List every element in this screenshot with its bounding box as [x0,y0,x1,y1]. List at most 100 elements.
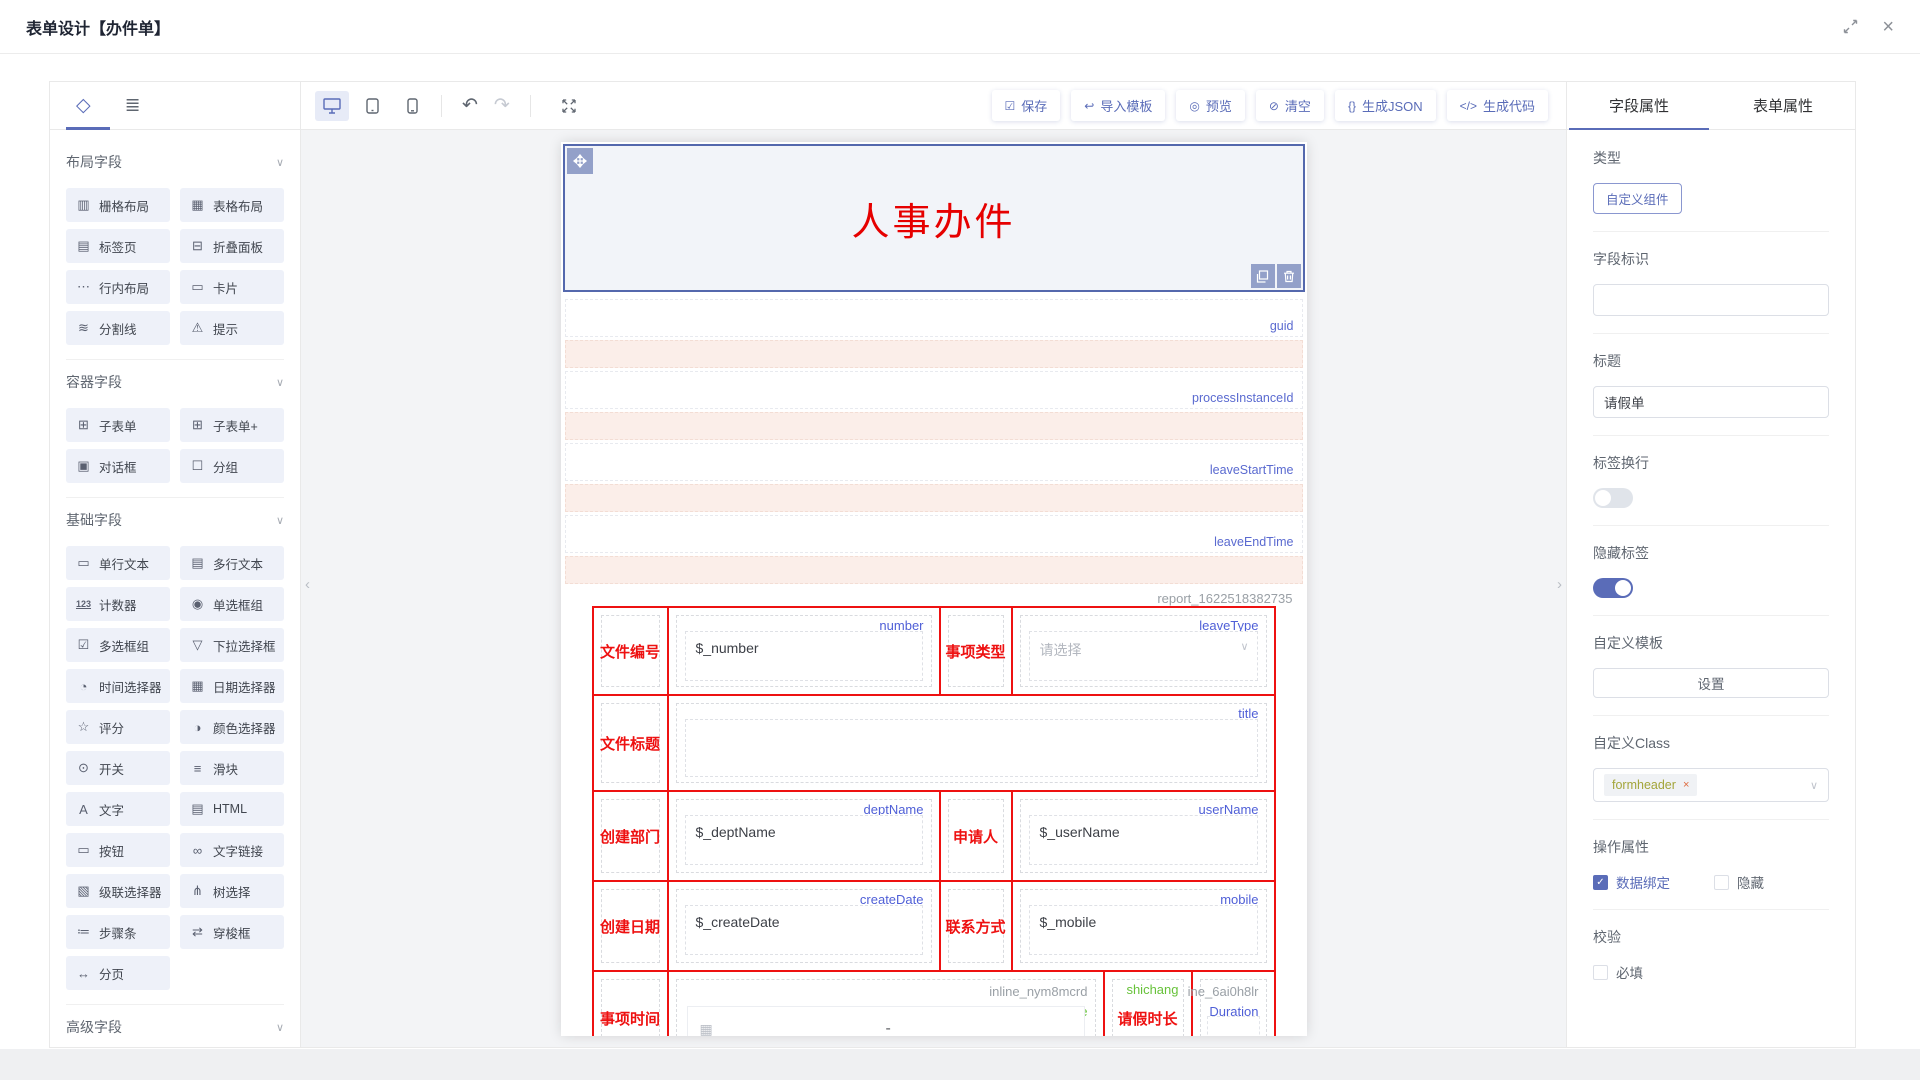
save-button[interactable]: ☑ 保存 [992,90,1061,121]
palette-item-divider[interactable]: ≋分割线 [66,311,170,345]
label-cell-matter-type[interactable]: 事项类型 [941,608,1013,694]
hidden-field-processInstanceId[interactable]: processInstanceId [565,371,1303,409]
delete-component-icon[interactable] [1277,264,1301,288]
palette-item-html[interactable]: ▤HTML [180,792,284,826]
hidden-checkbox[interactable]: 隐藏 [1714,872,1764,892]
label-cell-applicant[interactable]: 申请人 [941,792,1013,880]
outline-tab-icon[interactable]: ≣ [125,94,141,117]
palette-item-text[interactable]: A文字 [66,792,170,826]
palette-item-grid-layout[interactable]: ▥栅格布局 [66,188,170,222]
template-settings-button[interactable]: 设置 [1593,668,1829,698]
hidden-field-leaveStartTime[interactable]: leaveStartTime [565,443,1303,481]
palette-item-transfer[interactable]: ⇄穿梭框 [180,915,284,949]
remove-class-icon[interactable]: × [1683,779,1689,791]
label-cell-create-dept[interactable]: 创建部门 [594,792,669,880]
palette-item-tab-page[interactable]: ▤标签页 [66,229,170,263]
required-checkbox[interactable]: 必填 [1593,962,1829,982]
user-name-input[interactable]: $_userName [1029,815,1258,865]
form-header-component[interactable]: 人事办件 [563,144,1305,292]
select-cell-leaveType[interactable]: leaveType 请选择 ∨ [1013,608,1274,694]
generate-code-button[interactable]: </> 生成代码 [1447,90,1548,121]
input-cell-deptName[interactable]: deptName $_deptName [669,792,941,880]
leave-date-range-picker[interactable]: ▦ - [687,1006,1085,1036]
palette-item-alert[interactable]: ⚠提示 [180,311,284,345]
label-cell-leave-duration[interactable]: shichang 请假时长 [1105,972,1193,1036]
section-header-container[interactable]: 容器字段 ∨ [66,372,284,392]
undo-icon[interactable]: ↶ [454,94,486,117]
input-cell-number[interactable]: number $_number [669,608,941,694]
input-cell-title[interactable]: title [669,696,1274,790]
palette-item-switch[interactable]: ⊙开关 [66,751,170,785]
mobile-input[interactable]: $_mobile [1029,905,1258,955]
table-layout-component[interactable]: report_1622518382735 文件编号 number $_numbe… [565,586,1303,1036]
dept-name-input[interactable]: $_deptName [685,815,923,865]
preview-button[interactable]: ◎ 预览 [1176,90,1245,121]
collapse-left-panel-icon[interactable]: ‹ [301,566,314,602]
palette-item-card[interactable]: ▭卡片 [180,270,284,304]
redo-icon[interactable]: ↷ [486,94,518,117]
label-cell-file-title[interactable]: 文件标题 [594,696,669,790]
palette-item-time-picker[interactable]: ◔时间选择器 [66,669,170,703]
palette-item-subform-plus[interactable]: ⊞子表单+ [180,408,284,442]
palette-item-date-picker[interactable]: ▦日期选择器 [180,669,284,703]
collapse-right-panel-icon[interactable]: › [1553,566,1566,602]
palette-item-dialog[interactable]: ▣对话框 [66,449,170,483]
import-template-button[interactable]: ↩ 导入模板 [1071,90,1165,121]
generate-json-button[interactable]: {} 生成JSON [1335,90,1436,121]
label-cell-contact[interactable]: 联系方式 [941,882,1013,970]
tab-field-props[interactable]: 字段属性 [1567,82,1711,129]
section-header-basic[interactable]: 基础字段 ∨ [66,510,284,530]
window-expand-icon[interactable] [1843,19,1858,34]
fullscreen-icon[interactable] [561,98,577,114]
hide-label-toggle[interactable] [1593,578,1633,598]
palette-item-radio-group[interactable]: ◉单选框组 [180,587,284,621]
clear-button[interactable]: ⊘ 清空 [1256,90,1324,121]
label-cell-file-number[interactable]: 文件编号 [594,608,669,694]
palette-item-checkbox-group[interactable]: ☑多选框组 [66,628,170,662]
input-cell-mobile[interactable]: mobile $_mobile [1013,882,1274,970]
palette-item-inline-layout[interactable]: ⋯行内布局 [66,270,170,304]
label-wrap-toggle[interactable] [1593,488,1633,508]
palette-item-color-picker[interactable]: ◑颜色选择器 [180,710,284,744]
create-date-input[interactable]: $_createDate [685,905,923,955]
palette-item-button[interactable]: ▭按钮 [66,833,170,867]
close-icon[interactable]: × [1882,17,1894,37]
palette-item-steps[interactable]: ≔步骤条 [66,915,170,949]
type-tag[interactable]: 自定义组件 [1593,183,1682,214]
label-cell-create-date[interactable]: 创建日期 [594,882,669,970]
components-tab-icon[interactable]: ◇ [76,94,91,117]
palette-item-multi-line-text[interactable]: ▤多行文本 [180,546,284,580]
drop-placeholder-row[interactable] [565,412,1303,440]
number-input[interactable]: $_number [685,631,923,681]
mobile-view-icon[interactable] [395,91,429,121]
drop-placeholder-row[interactable] [565,484,1303,512]
palette-item-counter[interactable]: 123计数器 [66,587,170,621]
drop-placeholder-row[interactable] [565,340,1303,368]
palette-item-text-link[interactable]: ∞文字链接 [180,833,284,867]
palette-item-cascader[interactable]: ▧级联选择器 [66,874,170,908]
copy-component-icon[interactable] [1251,264,1275,288]
hidden-field-leaveEndTime[interactable]: leaveEndTime [565,515,1303,553]
daterange-cell-leavedate[interactable]: inline_nym8mcrd leavedate ▦ - [669,972,1105,1036]
palette-item-pagination[interactable]: ↔分页 [66,956,170,990]
palette-item-subform[interactable]: ⊞子表单 [66,408,170,442]
desktop-view-icon[interactable] [315,91,349,121]
input-cell-userName[interactable]: userName $_userName [1013,792,1274,880]
palette-item-single-line-text[interactable]: ▭单行文本 [66,546,170,580]
palette-item-rating[interactable]: ☆评分 [66,710,170,744]
palette-item-collapse-panel[interactable]: ⊟折叠面板 [180,229,284,263]
custom-class-select[interactable]: formheader × ∨ [1593,768,1829,802]
leave-type-select[interactable]: 请选择 ∨ [1029,631,1258,681]
data-binding-checkbox[interactable]: ✓ 数据绑定 [1593,872,1670,892]
hidden-field-guid[interactable]: guid [565,299,1303,337]
title-input[interactable] [685,719,1258,777]
section-header-layout[interactable]: 布局字段 ∨ [66,152,284,172]
palette-item-table-layout[interactable]: ▦表格布局 [180,188,284,222]
field-id-input[interactable] [1593,284,1829,316]
duration-cell[interactable]: ine_6ai0h8lr Duration [1193,972,1274,1036]
tablet-view-icon[interactable] [355,91,389,121]
drop-placeholder-row[interactable] [565,556,1303,584]
move-handle-icon[interactable] [567,148,593,174]
palette-item-slider[interactable]: ≡滑块 [180,751,284,785]
input-cell-createDate[interactable]: createDate $_createDate [669,882,941,970]
